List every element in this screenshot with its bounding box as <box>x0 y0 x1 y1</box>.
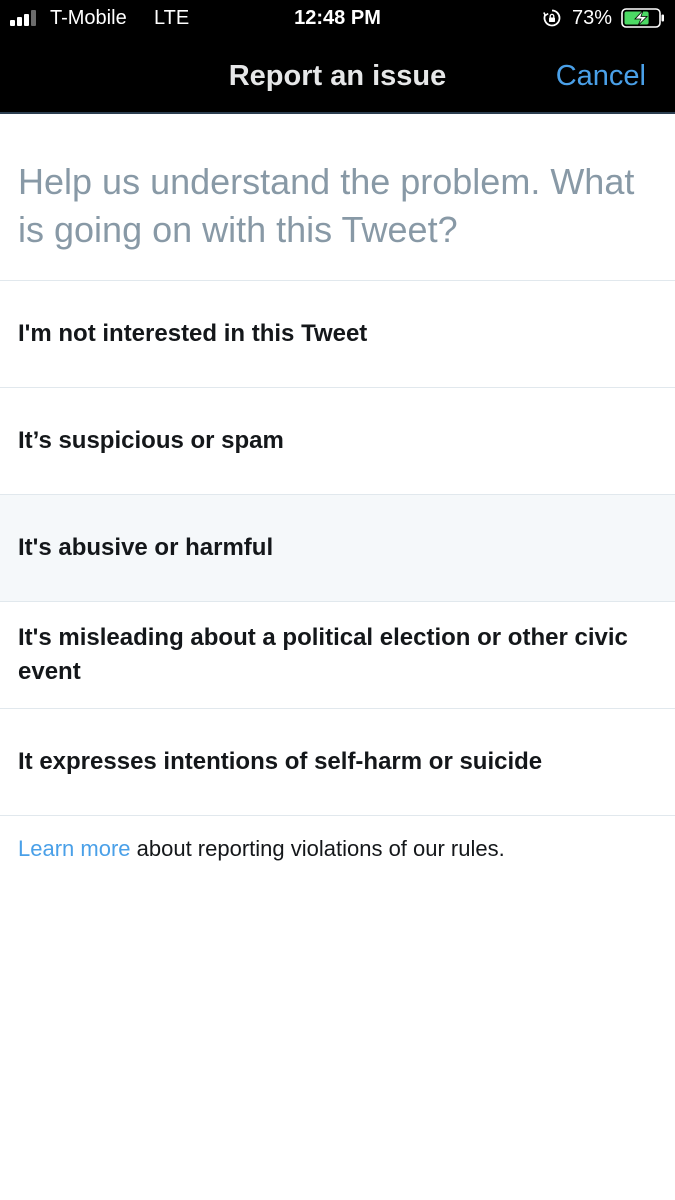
option-label: It expresses intentions of self-harm or … <box>18 748 543 775</box>
footer-text: about reporting violations of our rules. <box>130 836 505 861</box>
footer-note: Learn more about reporting violations of… <box>18 834 505 864</box>
learn-more-link[interactable]: Learn more <box>18 836 131 861</box>
rotation-lock-icon <box>543 9 561 27</box>
option-not-interested[interactable]: I'm not interested in this Tweet <box>0 281 675 388</box>
option-abusive-harmful[interactable]: It's abusive or harmful <box>0 495 675 602</box>
prompt-heading: Help us understand the problem. What is … <box>18 161 635 250</box>
option-label: I'm not interested in this Tweet <box>18 320 368 347</box>
cancel-button[interactable]: Cancel <box>556 58 646 94</box>
battery-percentage: 73% <box>572 7 613 29</box>
navigation-bar: Report an issue Cancel <box>0 36 675 114</box>
option-self-harm[interactable]: It expresses intentions of self-harm or … <box>0 709 675 816</box>
option-label: It's misleading about a political electi… <box>18 624 628 685</box>
option-label: It’s suspicious or spam <box>18 427 284 454</box>
battery-charging-icon <box>621 8 664 28</box>
option-misleading-election[interactable]: It's misleading about a political electi… <box>0 602 675 709</box>
report-options-list: I'm not interested in this Tweet It’s su… <box>0 280 675 816</box>
option-label: It's abusive or harmful <box>18 534 274 561</box>
status-bar: T-Mobile LTE 12:48 PM 73% <box>0 0 675 36</box>
option-suspicious-spam[interactable]: It’s suspicious or spam <box>0 388 675 495</box>
